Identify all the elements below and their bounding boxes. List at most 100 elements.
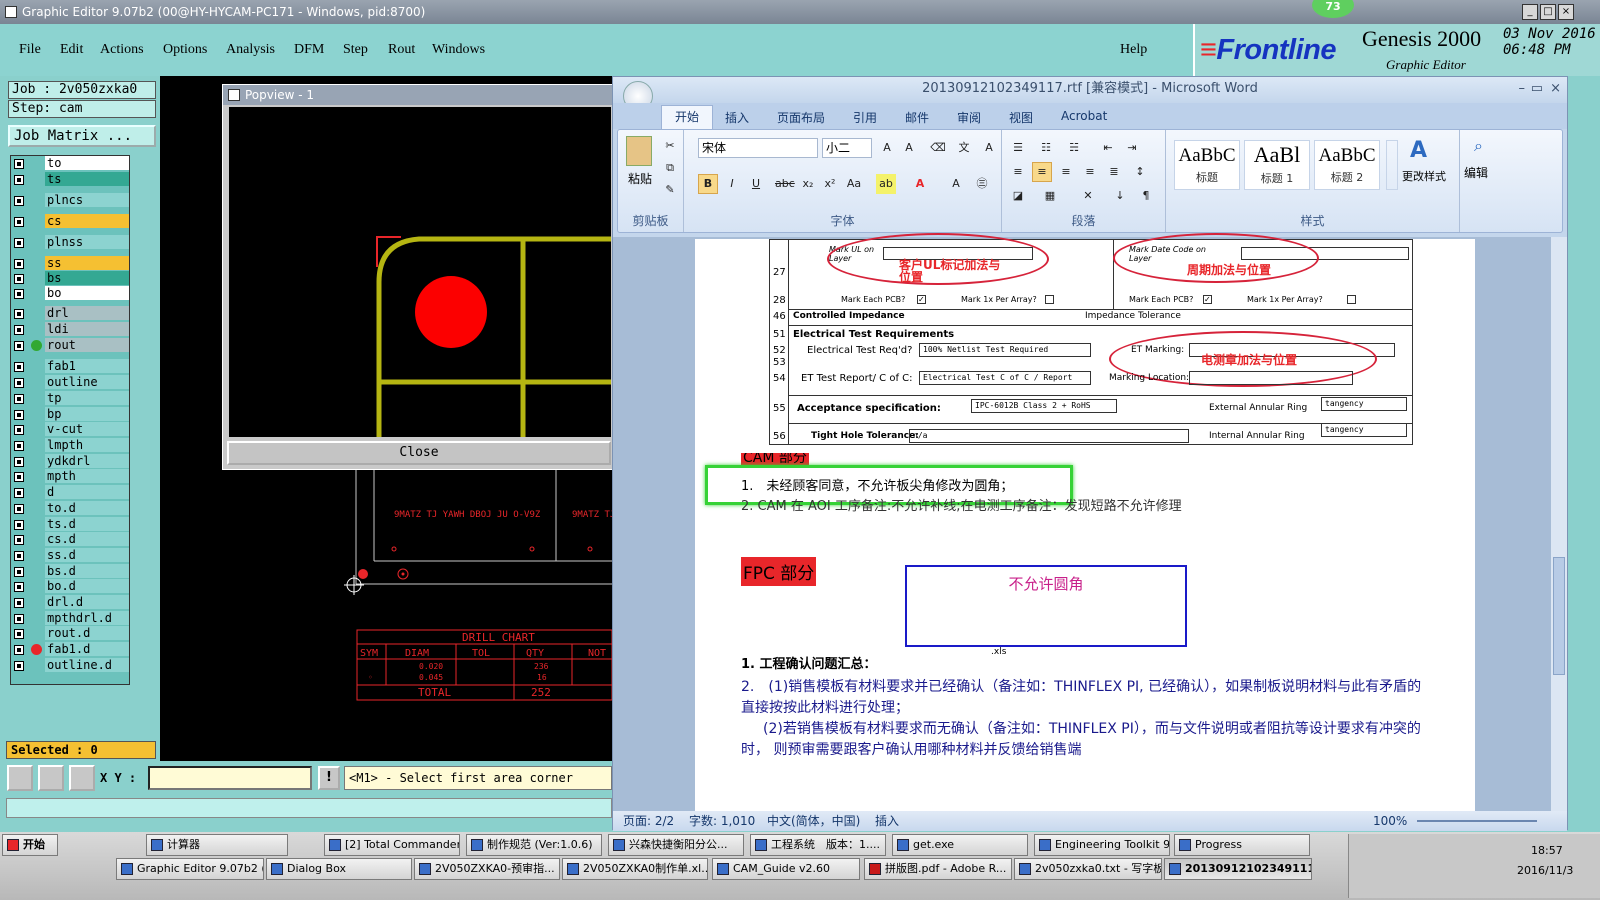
- external-ring-select[interactable]: tangency: [1321, 397, 1407, 411]
- layer-row[interactable]: ts.d: [11, 517, 131, 532]
- layer-checkbox[interactable]: [14, 378, 24, 388]
- increase-indent-icon[interactable]: ⇥: [1122, 138, 1142, 158]
- char-border-icon[interactable]: A: [979, 138, 999, 158]
- layer-name[interactable]: plnss: [45, 235, 129, 249]
- shrink-font-icon[interactable]: A: [899, 138, 919, 158]
- layer-row[interactable]: bs: [11, 271, 131, 286]
- layer-checkbox[interactable]: [14, 394, 24, 404]
- style-title[interactable]: AaBbC 标题: [1174, 140, 1240, 190]
- task-toolkit[interactable]: Engineering Toolkit 9....: [1034, 834, 1170, 856]
- minimize-button[interactable]: _: [1522, 4, 1538, 20]
- task-total-commander[interactable]: [2] Total Commander...: [324, 834, 460, 856]
- tab-view[interactable]: 视图: [1009, 109, 1033, 126]
- word-restore-button[interactable]: ▭: [1531, 77, 1543, 101]
- layer-checkbox[interactable]: [14, 661, 24, 671]
- zoom-level[interactable]: 100%: [1373, 811, 1407, 831]
- layer-checkbox[interactable]: [14, 567, 24, 577]
- justify-icon[interactable]: ≡: [1080, 162, 1100, 182]
- change-styles-button[interactable]: 更改样式: [1402, 168, 1446, 184]
- tab-references[interactable]: 引用: [853, 109, 877, 126]
- layer-name[interactable]: d: [45, 485, 129, 499]
- strikethrough-button[interactable]: abc: [774, 174, 795, 194]
- layer-row[interactable]: ldi: [11, 322, 131, 337]
- menu-options[interactable]: Options: [163, 42, 207, 58]
- layer-checkbox[interactable]: [14, 159, 24, 169]
- layer-checkbox[interactable]: [14, 535, 24, 545]
- layer-row[interactable]: mpth: [11, 469, 131, 484]
- document-page[interactable]: 27 28 46 51 52 53 54 55 56 Mark UL on La…: [695, 233, 1475, 811]
- layer-checkbox[interactable]: [14, 362, 24, 372]
- layer-row[interactable]: lmpth: [11, 438, 131, 453]
- layer-row[interactable]: cs: [11, 214, 131, 229]
- layer-name[interactable]: rout.d: [45, 626, 129, 640]
- layer-name[interactable]: outline.d: [45, 658, 129, 672]
- layer-name[interactable]: v-cut: [45, 422, 129, 436]
- distributed-icon[interactable]: ≣: [1104, 162, 1124, 182]
- layer-name[interactable]: cs: [45, 214, 129, 228]
- layer-row[interactable]: ss.d: [11, 548, 131, 563]
- change-case-button[interactable]: Aa: [844, 174, 864, 194]
- layer-checkbox[interactable]: [14, 259, 24, 269]
- menu-step[interactable]: Step: [343, 42, 368, 58]
- job-matrix-button[interactable]: Job Matrix ...: [8, 125, 156, 147]
- mark-1x-checkbox[interactable]: [1347, 295, 1356, 304]
- task-precheck[interactable]: 2V050ZXKA0-预审指...: [414, 858, 560, 880]
- layer-name[interactable]: cs.d: [45, 532, 129, 546]
- layer-row[interactable]: ydkdrl: [11, 454, 131, 469]
- layer-row[interactable]: v-cut: [11, 422, 131, 437]
- shading-icon[interactable]: ◪: [1008, 186, 1028, 206]
- paste-button[interactable]: 粘贴: [628, 170, 652, 187]
- task-progress[interactable]: Progress: [1174, 834, 1310, 856]
- layer-name[interactable]: bs: [45, 271, 129, 285]
- layer-checkbox[interactable]: [14, 504, 24, 514]
- underline-button[interactable]: U: [746, 174, 766, 194]
- layer-name[interactable]: fab1: [45, 359, 129, 373]
- layer-checkbox[interactable]: [14, 425, 24, 435]
- clock-time[interactable]: 18:57: [1531, 844, 1563, 857]
- format-painter-icon[interactable]: ✎: [660, 180, 680, 200]
- layer-row[interactable]: bo: [11, 286, 131, 301]
- internal-ring-select[interactable]: tangency: [1321, 423, 1407, 437]
- layer-row[interactable]: tp: [11, 391, 131, 406]
- task-dialog-box[interactable]: Dialog Box: [266, 858, 412, 880]
- et-report-select[interactable]: Electrical Test C of C / Report: [919, 371, 1091, 385]
- layer-row[interactable]: drl.d: [11, 595, 131, 610]
- copy-icon[interactable]: ⧉: [660, 158, 680, 178]
- menu-help[interactable]: Help: [1120, 42, 1147, 58]
- vertical-scrollbar[interactable]: [1551, 237, 1567, 811]
- close-button[interactable]: ×: [1558, 4, 1574, 20]
- bold-button[interactable]: B: [698, 174, 718, 194]
- scroll-thumb[interactable]: [1553, 557, 1565, 675]
- subscript-button[interactable]: x₂: [798, 174, 818, 194]
- layer-checkbox[interactable]: [14, 582, 24, 592]
- tab-mailings[interactable]: 邮件: [905, 109, 929, 126]
- layer-name[interactable]: bs.d: [45, 564, 129, 578]
- tab-review[interactable]: 审阅: [957, 109, 981, 126]
- task-engineering[interactable]: 工程系统 版本：1....: [750, 834, 886, 856]
- task-spec[interactable]: 制作规范 (Ver:1.0.6): [466, 834, 602, 856]
- menu-actions[interactable]: Actions: [100, 42, 144, 58]
- marking-location-select[interactable]: [1189, 371, 1353, 385]
- maximize-button[interactable]: □: [1540, 4, 1556, 20]
- layer-checkbox[interactable]: [14, 629, 24, 639]
- layer-name[interactable]: ss: [45, 256, 129, 270]
- layer-row[interactable]: ts: [11, 172, 131, 187]
- task-get-exe[interactable]: get.exe: [892, 834, 1028, 856]
- task-excel[interactable]: 2V050ZXKA0制作单.xl...: [562, 858, 708, 880]
- insert-mode[interactable]: 插入: [875, 811, 899, 831]
- layer-row[interactable]: fab1.d: [11, 642, 131, 657]
- layer-row[interactable]: bs.d: [11, 564, 131, 579]
- menu-rout[interactable]: Rout: [388, 42, 415, 58]
- layer-name[interactable]: ts: [45, 172, 129, 186]
- layer-checkbox[interactable]: [14, 645, 24, 655]
- xy-input[interactable]: [148, 766, 312, 790]
- line-spacing-icon[interactable]: ↕: [1130, 162, 1150, 182]
- layer-row[interactable]: fab1: [11, 359, 131, 374]
- layer-name[interactable]: outline: [45, 375, 129, 389]
- layer-name[interactable]: bp: [45, 407, 129, 421]
- task-word-active[interactable]: 20130912102349111...: [1164, 858, 1312, 880]
- tight-hole-select[interactable]: n/a: [909, 429, 1189, 443]
- style-heading2[interactable]: AaBbC 标题 2: [1314, 140, 1380, 190]
- layer-checkbox[interactable]: [14, 551, 24, 561]
- layer-row[interactable]: plnss: [11, 235, 131, 250]
